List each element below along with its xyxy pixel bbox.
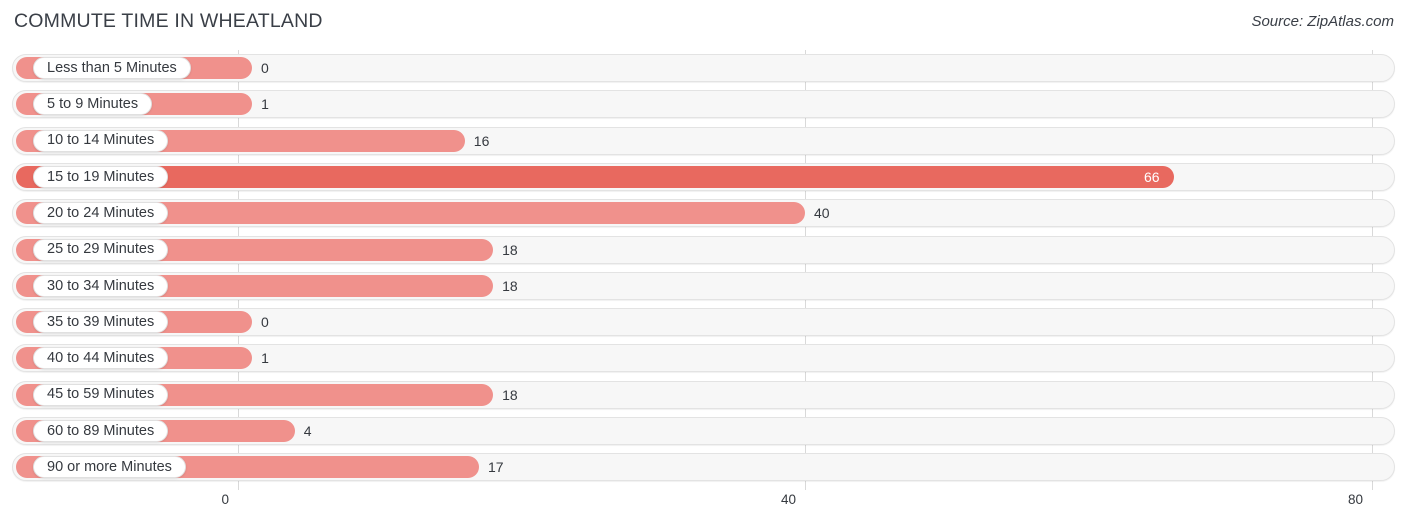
x-tick-0: 0 — [221, 492, 229, 507]
chart-row[interactable]: 90 or more Minutes 17 — [12, 453, 1395, 482]
chart-row[interactable]: 60 to 89 Minutes 4 — [12, 417, 1395, 445]
category-label-pill: 35 to 39 Minutes — [33, 311, 169, 334]
bar-value-label: 4 — [303, 423, 312, 439]
bar-value-label: 18 — [502, 277, 518, 294]
bar-value-label: 17 — [487, 459, 504, 476]
bar-value-label: 1 — [261, 350, 269, 367]
category-label-text: 45 to 59 Minutes — [47, 386, 155, 403]
category-label-text: 40 to 44 Minutes — [47, 350, 155, 367]
chart-row[interactable]: 30 to 34 Minutes 18 — [12, 271, 1395, 300]
bar-value-label: 66 — [1143, 168, 1160, 185]
chart-row[interactable]: Less than 5 Minutes 0 — [12, 54, 1395, 82]
category-label-text: 30 to 34 Minutes — [47, 277, 155, 294]
chart-title: COMMUTE TIME IN WHEATLAND — [14, 10, 323, 32]
category-label-pill: 10 to 14 Minutes — [33, 129, 169, 152]
category-label-text: 10 to 14 Minutes — [47, 132, 155, 149]
x-axis: 0 40 80 — [0, 490, 1406, 523]
category-label-text: 60 to 89 Minutes — [47, 422, 155, 439]
bar-value-label: 0 — [261, 60, 269, 76]
chart-source-attribution: Source: ZipAtlas.com — [1251, 13, 1394, 30]
bar-value-label: 18 — [502, 241, 518, 258]
category-label-text: 20 to 24 Minutes — [47, 204, 155, 221]
category-label-pill: 5 to 9 Minutes — [33, 93, 153, 116]
chart-row[interactable]: 5 to 9 Minutes 1 — [12, 90, 1395, 119]
chart-row[interactable]: 20 to 24 Minutes 40 — [12, 199, 1395, 228]
category-label-pill: 25 to 29 Minutes — [33, 238, 169, 261]
x-tick-40: 40 — [780, 492, 796, 507]
category-label-text: 25 to 29 Minutes — [47, 241, 155, 258]
category-label-pill: 20 to 24 Minutes — [33, 202, 169, 225]
commute-time-bar-chart: COMMUTE TIME IN WHEATLAND Source: ZipAtl… — [0, 0, 1406, 523]
bar-value-label: 1 — [261, 96, 269, 113]
bar-value-label: 16 — [473, 132, 490, 149]
chart-row[interactable]: 25 to 29 Minutes 18 — [12, 235, 1395, 264]
category-label-pill: 45 to 59 Minutes — [33, 383, 169, 406]
bar-value-label: 18 — [502, 386, 518, 403]
category-label-text: 35 to 39 Minutes — [47, 313, 155, 330]
x-tick-80: 80 — [1347, 492, 1363, 507]
category-label-pill: 90 or more Minutes — [33, 456, 186, 479]
bar-value-label: 40 — [814, 205, 830, 222]
category-label-text: 5 to 9 Minutes — [47, 96, 139, 113]
category-label-pill: 60 to 89 Minutes — [33, 420, 169, 442]
category-label-pill: 40 to 44 Minutes — [33, 347, 169, 370]
chart-row[interactable]: 40 to 44 Minutes 1 — [12, 344, 1395, 373]
chart-row[interactable]: 45 to 59 Minutes 18 — [12, 380, 1395, 409]
plot-area: Less than 5 Minutes 0 5 to 9 Minutes 1 10 to… — [0, 50, 1406, 490]
category-label-pill: 30 to 34 Minutes — [33, 274, 169, 297]
chart-row[interactable]: 35 to 39 Minutes 0 — [12, 308, 1395, 337]
chart-row[interactable]: 15 to 19 Minutes 66 — [12, 162, 1395, 191]
category-label-pill: Less than 5 Minutes — [33, 57, 191, 79]
chart-row[interactable]: 10 to 14 Minutes 16 — [12, 126, 1395, 155]
category-label-text: 90 or more Minutes — [47, 459, 172, 476]
category-label-text: Less than 5 Minutes — [47, 59, 177, 76]
bar-value-label: 0 — [261, 314, 269, 331]
